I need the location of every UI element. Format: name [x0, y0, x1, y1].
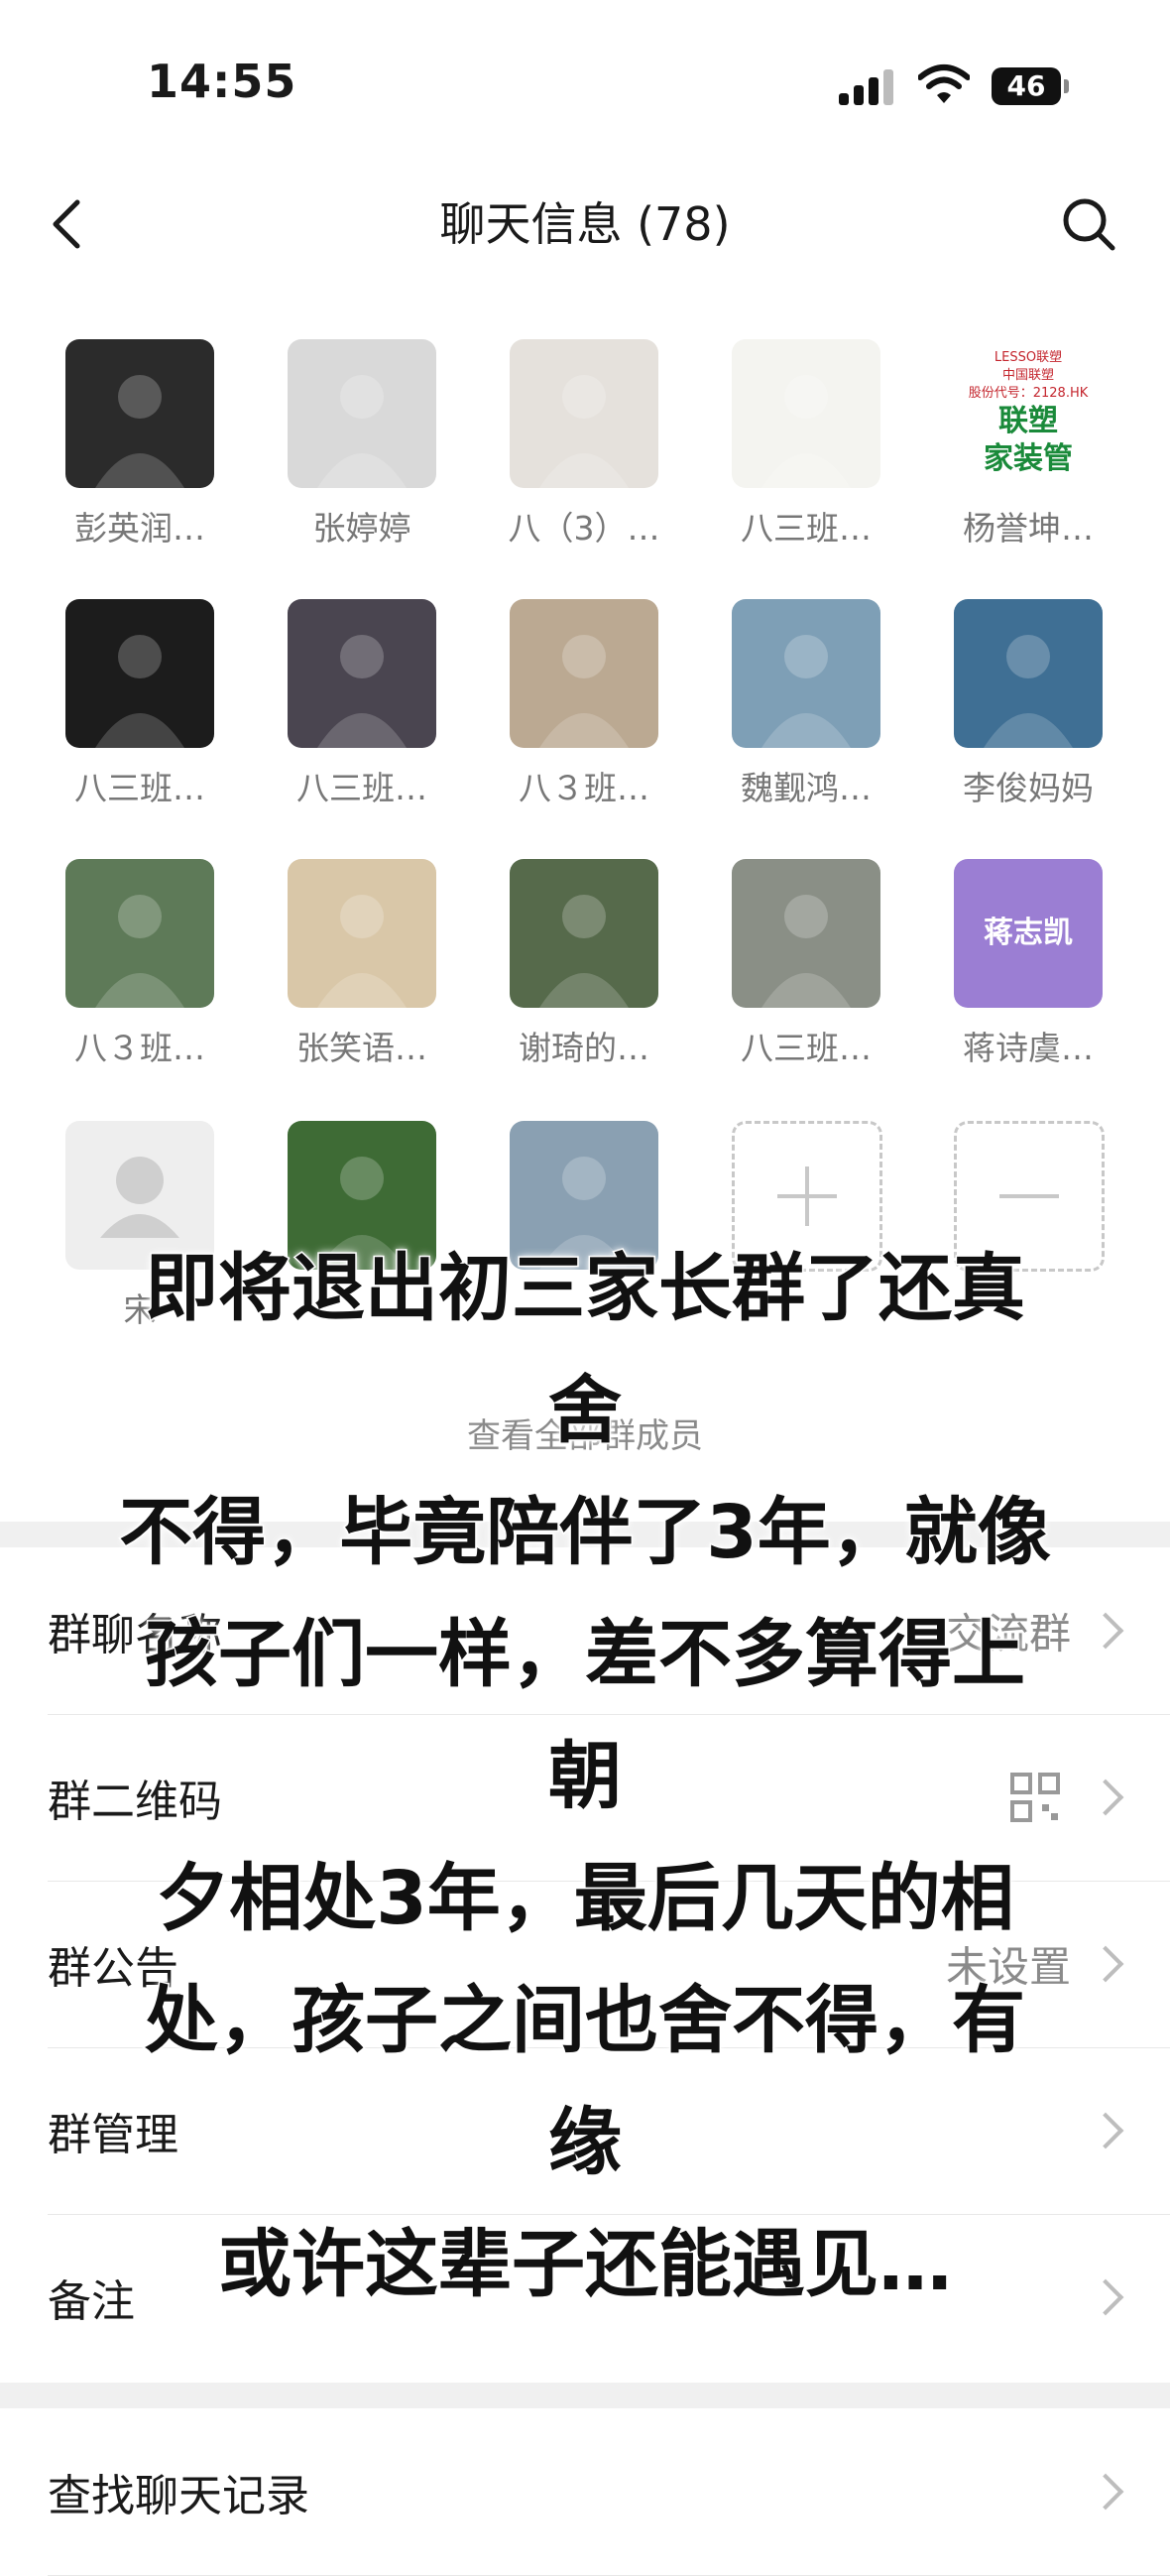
member-item[interactable]: 八三班…: [732, 339, 880, 550]
chevron-right-icon: [1087, 2473, 1124, 2511]
photo-placeholder-icon: [761, 895, 851, 1008]
member-item[interactable]: 八３班…: [510, 599, 658, 809]
overlay-caption: 即将退出初三家长群了还真舍不得，毕竟陪伴了3年，就像孩子们一样，差不多算得上朝夕…: [109, 1228, 1061, 2326]
member-item[interactable]: 八３班…: [65, 859, 214, 1069]
member-item[interactable]: 谢琦的…: [510, 859, 658, 1069]
photo-placeholder-icon: [539, 895, 629, 1008]
member-item[interactable]: 八（3）…: [509, 339, 660, 550]
member-name: 彭英润…: [74, 509, 205, 548]
avatar-logo-text: 股份代号：2128.HK: [968, 386, 1089, 401]
member-item[interactable]: 八三班…: [732, 859, 880, 1069]
avatar-logo-text: 蒋志凯: [984, 916, 1073, 950]
photo-placeholder-icon: [317, 635, 407, 748]
section-divider: [0, 2383, 1170, 2408]
caption-line: 处，孩子之间也舍不得，有缘: [144, 1977, 1027, 2187]
member-name: 八三班…: [296, 769, 427, 807]
member-name: 蒋诗虞…: [963, 1029, 1094, 1067]
member-item[interactable]: 张婷婷: [288, 339, 436, 550]
chevron-right-icon: [1087, 2278, 1124, 2316]
member-name: 杨誉坤…: [963, 509, 1094, 548]
member-avatar[interactable]: [288, 859, 436, 1008]
member-avatar[interactable]: [288, 339, 436, 488]
avatar-logo-text: 联塑: [998, 404, 1058, 438]
chevron-right-icon: [1087, 1779, 1124, 1816]
chevron-right-icon: [1087, 1612, 1124, 1650]
member-name: 八３班…: [74, 1029, 205, 1067]
member-item[interactable]: 八三班…: [65, 599, 214, 809]
caption-line: 不得，毕竟陪伴了3年，就像: [118, 1489, 1053, 1577]
member-name: 谢琦的…: [519, 1029, 649, 1067]
member-avatar[interactable]: [732, 859, 880, 1008]
photo-placeholder-icon: [761, 375, 851, 488]
member-name: 八３班…: [519, 769, 649, 807]
photo-placeholder-icon: [95, 635, 184, 748]
member-avatar[interactable]: [510, 599, 658, 748]
photo-placeholder-icon: [95, 895, 184, 1008]
status-bar: 14:55 46: [0, 0, 1170, 169]
member-name: 八三班…: [741, 1029, 872, 1067]
member-name: 张婷婷: [312, 509, 411, 548]
member-avatar[interactable]: [732, 599, 880, 748]
wifi-icon: [918, 64, 970, 103]
photo-placeholder-icon: [761, 635, 851, 748]
caption-line: 孩子们一样，差不多算得上朝: [144, 1611, 1027, 1821]
member-name: 八三班…: [741, 509, 872, 548]
member-avatar[interactable]: [65, 339, 214, 488]
member-name: 张笑语…: [296, 1029, 427, 1067]
search-icon[interactable]: [1059, 194, 1118, 254]
member-avatar-logo[interactable]: 蒋志凯: [954, 859, 1103, 1008]
photo-placeholder-icon: [317, 895, 407, 1008]
photo-placeholder-icon: [317, 375, 407, 488]
member-name: 八三班…: [74, 769, 205, 807]
avatar-logo-text: 中国联塑: [1001, 368, 1054, 383]
member-item[interactable]: 八三班…: [288, 599, 436, 809]
battery-icon: 46: [992, 67, 1069, 105]
avatar-logo-text: 家装管: [984, 441, 1073, 476]
caption-line: 夕相处3年，最后几天的相: [155, 1855, 1016, 1943]
photo-placeholder-icon: [95, 375, 184, 488]
caption-line: 即将退出初三家长群了还真舍: [144, 1245, 1027, 1455]
member-name: 李俊妈妈: [963, 769, 1094, 807]
photo-placeholder-icon: [539, 375, 629, 488]
member-item[interactable]: 魏觐鸿…: [732, 599, 880, 809]
member-item[interactable]: 蒋志凯蒋诗虞…: [954, 859, 1103, 1069]
photo-placeholder-icon: [539, 635, 629, 748]
avatar-logo-text: LESSO联塑: [994, 350, 1063, 365]
member-avatar[interactable]: [732, 339, 880, 488]
member-avatar[interactable]: [65, 599, 214, 748]
caption-line: 或许这辈子还能遇见…: [217, 2221, 954, 2309]
page-title: 聊天信息 (78): [439, 197, 731, 251]
member-avatar-logo[interactable]: LESSO联塑 中国联塑股份代号：2128.HK 联塑 家装管: [954, 339, 1103, 488]
member-name: 八（3）…: [508, 509, 660, 548]
member-avatar[interactable]: [954, 599, 1103, 748]
member-avatar[interactable]: [510, 339, 658, 488]
member-name: 魏觐鸿…: [741, 769, 872, 807]
photo-placeholder-icon: [984, 635, 1073, 748]
setting-row[interactable]: 查找聊天记录: [48, 2408, 1170, 2576]
chevron-right-icon: [1087, 1945, 1124, 1983]
member-avatar[interactable]: [510, 859, 658, 1008]
member-item[interactable]: 彭英润…: [65, 339, 214, 550]
member-item[interactable]: 李俊妈妈: [954, 599, 1103, 809]
member-item[interactable]: 张笑语…: [288, 859, 436, 1069]
chevron-right-icon: [1087, 2112, 1124, 2149]
member-avatar[interactable]: [65, 859, 214, 1008]
status-time: 14:55: [147, 55, 297, 108]
member-item[interactable]: LESSO联塑 中国联塑股份代号：2128.HK 联塑 家装管杨誉坤…: [954, 339, 1103, 550]
cellular-signal-icon: [839, 69, 896, 105]
setting-label: 查找聊天记录: [48, 2471, 309, 2521]
member-avatar[interactable]: [288, 599, 436, 748]
